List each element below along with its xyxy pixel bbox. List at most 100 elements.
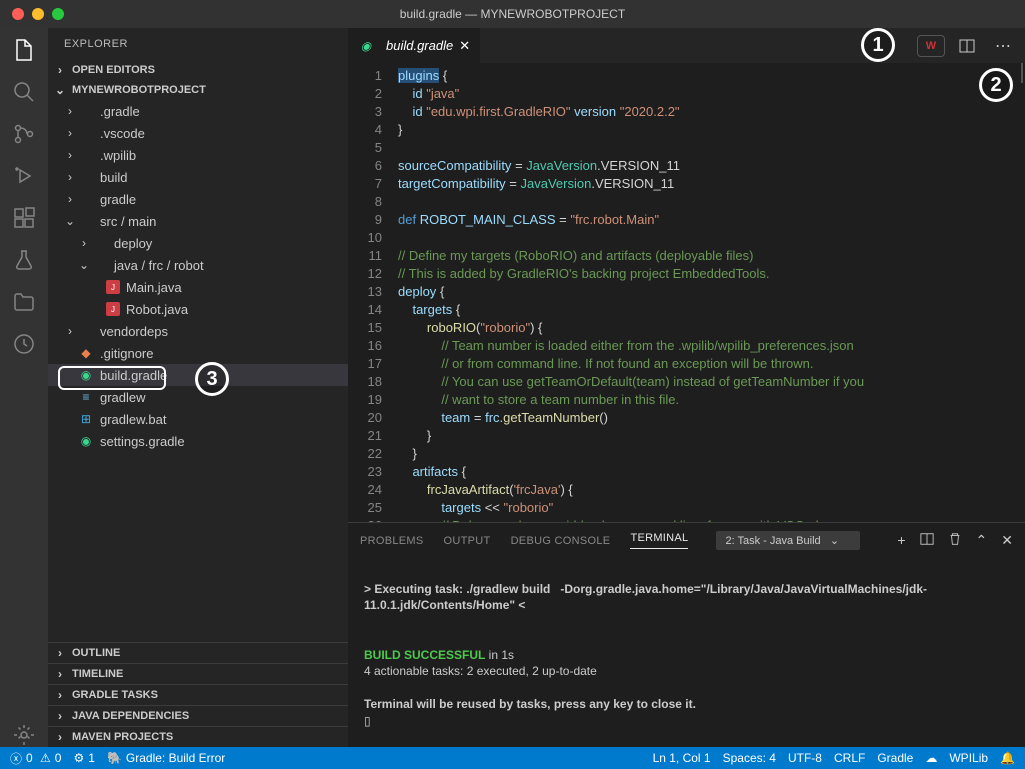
terminal-select[interactable]: 2: Task - Java Build ⌄ — [716, 531, 860, 550]
callout-2: 2 — [979, 68, 1013, 102]
tree-label: .vscode — [100, 126, 145, 141]
tree-label: Main.java — [126, 280, 182, 295]
tree-label: deploy — [114, 236, 152, 251]
callout-3: 3 — [195, 362, 229, 396]
folder-icon[interactable] — [12, 290, 36, 314]
explorer-icon[interactable] — [12, 38, 36, 62]
tree-settings-gradle[interactable]: ◉ settings.gradle — [48, 430, 348, 452]
split-terminal-icon[interactable] — [920, 532, 934, 549]
folder-icon — [78, 147, 94, 163]
callout-3-box — [58, 366, 166, 390]
window-title: build.gradle — MYNEWROBOTPROJECT — [10, 7, 1015, 21]
extensions-icon[interactable] — [12, 206, 36, 230]
panel-tab-problems[interactable]: PROBLEMS — [360, 535, 424, 547]
tree-label: gradlew.bat — [100, 412, 167, 427]
gradle-icon: ◉ — [358, 38, 374, 54]
git-icon: ◆ — [78, 345, 94, 361]
maximize-panel-icon[interactable]: ⌃ — [976, 532, 988, 549]
status-ports[interactable]: ⚙ 1 — [73, 751, 94, 765]
tree-gradle[interactable]: ›gradle — [48, 188, 348, 210]
tree-src---main[interactable]: ⌄src / main — [48, 210, 348, 232]
more-actions-icon[interactable]: ⋯ — [989, 35, 1017, 57]
status-lang[interactable]: Gradle — [877, 751, 913, 765]
windows-icon: ⊞ — [78, 411, 94, 427]
close-tab-icon[interactable]: ✕ — [459, 38, 470, 54]
status-position[interactable]: Ln 1, Col 1 — [653, 751, 711, 765]
status-bar: ⓧ 0 ⚠ 0 ⚙ 1 🐘 Gradle: Build Error Ln 1, … — [0, 747, 1025, 769]
kill-terminal-icon[interactable] — [948, 532, 962, 549]
terminal-output[interactable]: > Executing task: ./gradlew build -Dorg.… — [348, 558, 1025, 747]
history-icon[interactable] — [12, 332, 36, 356]
activity-bar — [0, 28, 48, 747]
gradle-tasks-section[interactable]: ›GRADLE TASKS — [48, 684, 348, 705]
tree-label: vendordeps — [100, 324, 168, 339]
folder-icon — [92, 257, 108, 273]
close-panel-icon[interactable]: ✕ — [1001, 532, 1013, 549]
tree-main-java[interactable]: J Main.java — [48, 276, 348, 298]
tree--gradle[interactable]: ›.gradle — [48, 100, 348, 122]
maven-section[interactable]: ›MAVEN PROJECTS — [48, 726, 348, 747]
scm-icon[interactable] — [12, 122, 36, 146]
folder-icon — [78, 125, 94, 141]
tree-java---frc---robot[interactable]: ⌄java / frc / robot — [48, 254, 348, 276]
tree-label: .gradle — [100, 104, 140, 119]
tree-label: Robot.java — [126, 302, 188, 317]
tree-vendordeps[interactable]: ›vendordeps — [48, 320, 348, 342]
debug-icon[interactable] — [12, 164, 36, 188]
tab-label: build.gradle — [386, 38, 453, 53]
tab-bar: ◉ build.gradle ✕ W ⋯ — [348, 28, 1025, 63]
folder-icon — [78, 103, 94, 119]
outline-section[interactable]: ›OUTLINE — [48, 642, 348, 663]
new-terminal-icon[interactable]: + — [897, 532, 905, 549]
panel-tab-debug[interactable]: DEBUG CONSOLE — [511, 535, 611, 547]
minimize-window[interactable] — [32, 8, 44, 20]
status-gradle[interactable]: 🐘 Gradle: Build Error — [107, 751, 225, 765]
callout-1: 1 — [861, 28, 895, 62]
bottom-panel: PROBLEMS OUTPUT DEBUG CONSOLE TERMINAL 2… — [348, 522, 1025, 747]
java-icon: J — [106, 280, 120, 294]
folder-icon — [78, 323, 94, 339]
tree-robot-java[interactable]: JRobot.java — [48, 298, 348, 320]
tree--gitignore[interactable]: ◆ .gitignore — [48, 342, 348, 364]
status-errors[interactable]: ⓧ 0 ⚠ 0 — [10, 750, 61, 767]
test-icon[interactable] — [12, 248, 36, 272]
java-deps-section[interactable]: ›JAVA DEPENDENCIES — [48, 705, 348, 726]
tree-build[interactable]: ›build — [48, 166, 348, 188]
timeline-section[interactable]: ›TIMELINE — [48, 663, 348, 684]
tree-label: settings.gradle — [100, 434, 185, 449]
status-bell-icon[interactable]: 🔔 — [1000, 751, 1015, 765]
panel-tab-output[interactable]: OUTPUT — [444, 535, 491, 547]
search-icon[interactable] — [12, 80, 36, 104]
gradle-icon: ◉ — [78, 433, 94, 449]
panel-tab-terminal[interactable]: TERMINAL — [630, 532, 688, 549]
status-wpilib[interactable]: WPILib — [949, 751, 988, 765]
maximize-window[interactable] — [52, 8, 64, 20]
tree-label: src / main — [100, 214, 156, 229]
folder-icon — [78, 191, 94, 207]
code-editor[interactable]: 1234567891011121314151617181920212223242… — [348, 63, 1025, 522]
folder-icon — [92, 235, 108, 251]
wpilib-button[interactable]: W — [917, 35, 945, 57]
tab-build-gradle[interactable]: ◉ build.gradle ✕ — [348, 28, 480, 63]
settings-icon[interactable] — [12, 723, 36, 747]
tree--wpilib[interactable]: ›.wpilib — [48, 144, 348, 166]
status-spaces[interactable]: Spaces: 4 — [723, 751, 776, 765]
split-editor-icon[interactable] — [953, 35, 981, 57]
status-encoding[interactable]: UTF-8 — [788, 751, 822, 765]
tree--vscode[interactable]: ›.vscode — [48, 122, 348, 144]
titlebar: build.gradle — MYNEWROBOTPROJECT — [0, 0, 1025, 28]
status-feedback-icon[interactable]: ☁ — [925, 751, 937, 765]
tree-label: build — [100, 170, 127, 185]
close-window[interactable] — [12, 8, 24, 20]
explorer-header: EXPLORER — [48, 28, 348, 60]
tree-gradlew-bat[interactable]: ⊞ gradlew.bat — [48, 408, 348, 430]
tree-deploy[interactable]: ›deploy — [48, 232, 348, 254]
gear-icon: ≡ — [78, 389, 94, 405]
folder-icon — [78, 213, 94, 229]
tree-label: java / frc / robot — [114, 258, 204, 273]
tree-label: .gitignore — [100, 346, 153, 361]
status-eol[interactable]: CRLF — [834, 751, 865, 765]
tree-label: gradlew — [100, 390, 146, 405]
project-section[interactable]: ⌄MYNEWROBOTPROJECT — [48, 80, 348, 100]
open-editors-section[interactable]: ›OPEN EDITORS — [48, 60, 348, 80]
